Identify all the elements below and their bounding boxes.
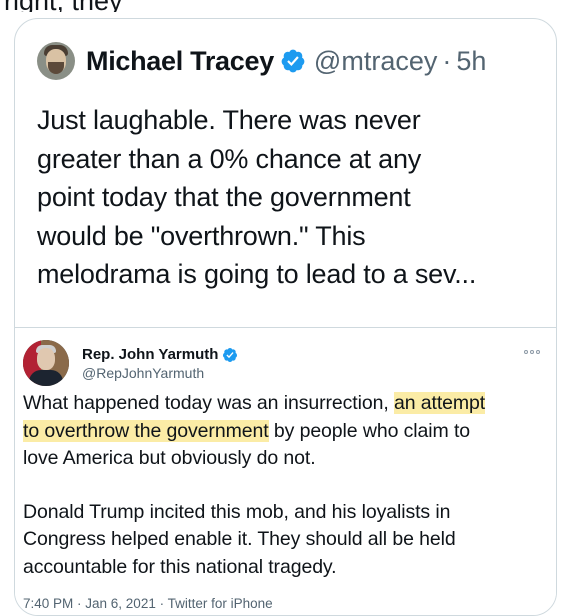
- tweet-text-line: melodrama is going to lead to a sev...: [37, 259, 477, 289]
- more-options-icon[interactable]: [524, 348, 540, 356]
- tweet-text-line: would be "overthrown." This: [37, 220, 366, 251]
- quoted-tweet[interactable]: Rep. John Yarmuth @RepJohnYarmuth What h…: [15, 328, 556, 615]
- tweet-card[interactable]: Michael Tracey @mtracey · 5h Just laugha…: [14, 18, 557, 616]
- quoted-text-line: What happened today was an insurrection,…: [23, 390, 543, 418]
- quoted-text-line: Donald Trump incited this mob, and his l…: [23, 500, 451, 523]
- highlighted-text: an attempt: [393, 392, 486, 414]
- tweet-text-line: greater than a 0% chance at any: [37, 143, 422, 174]
- verified-badge-icon: [280, 48, 306, 74]
- author-name[interactable]: Michael Tracey: [86, 46, 274, 77]
- avatar[interactable]: [37, 42, 75, 80]
- highlighted-text: to overthrow the government: [23, 419, 269, 442]
- quoted-text-span: by people who claim to: [273, 419, 471, 442]
- quoted-text-span: What happened today was an insurrection,: [23, 392, 389, 414]
- quoted-author-name[interactable]: Rep. John Yarmuth: [82, 346, 218, 363]
- quoted-tweet-text: What happened today was an insurrection,…: [23, 390, 543, 581]
- quoted-tweet-timestamp[interactable]: 7:40 PM · Jan 6, 2021 · Twitter for iPho…: [23, 596, 273, 611]
- separator: ·: [442, 45, 452, 76]
- quoted-text-line: accountable for this national tragedy.: [23, 555, 337, 578]
- author-handle[interactable]: @mtracey: [314, 46, 437, 77]
- quoted-text-line: to overthrow the government by people wh…: [23, 418, 543, 446]
- tweet-text-line: Just laughable. There was never: [37, 105, 421, 135]
- tweet-header: Michael Tracey @mtracey · 5h: [37, 41, 556, 81]
- quoted-tweet-header: Rep. John Yarmuth @RepJohnYarmuth: [23, 340, 238, 388]
- quoted-author-handle[interactable]: @RepJohnYarmuth: [82, 365, 238, 381]
- timestamp[interactable]: 5h: [456, 46, 486, 77]
- tweet-text-line: point today that the government: [37, 182, 411, 212]
- quoted-text-line: Congress helped enable it. They should a…: [23, 528, 456, 550]
- previous-text-fragment: right, they: [0, 0, 580, 12]
- verified-badge-icon: [222, 347, 238, 363]
- quoted-text-line: love America but obviously do not.: [23, 447, 316, 469]
- fragment-text: right, they: [4, 0, 123, 12]
- tweet-text: Just laughable. There was never greater …: [37, 101, 537, 294]
- avatar[interactable]: [23, 340, 69, 386]
